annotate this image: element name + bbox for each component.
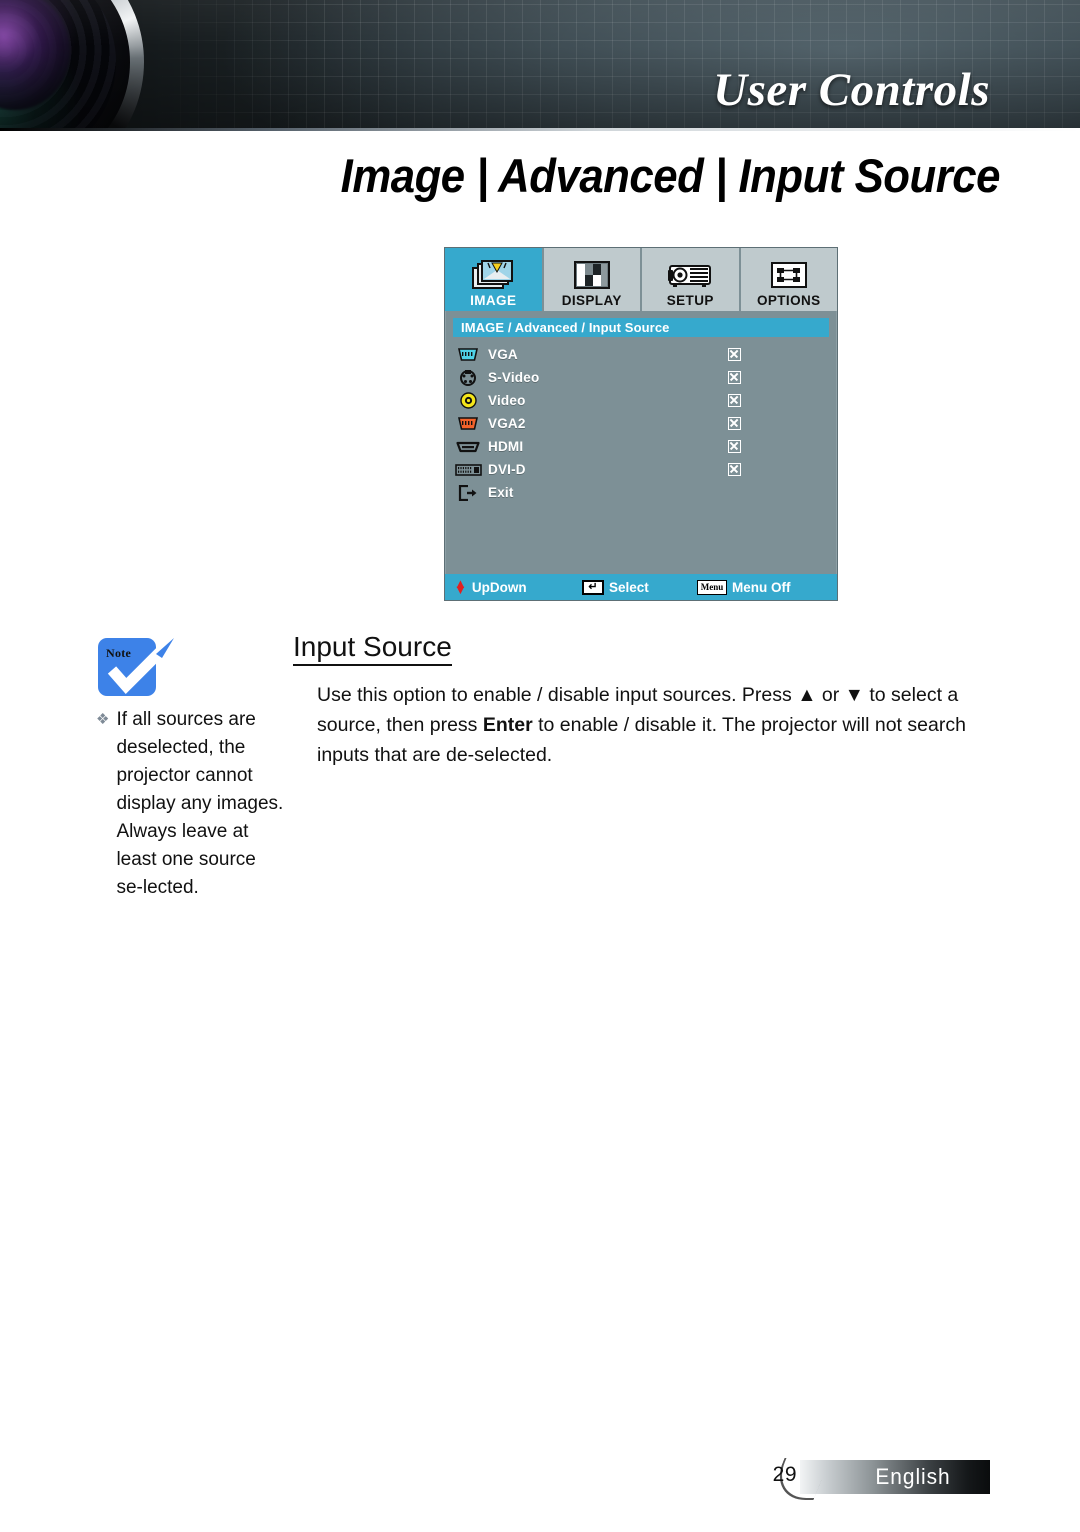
vga-connector-icon xyxy=(453,348,483,361)
menu-key-icon: Menu xyxy=(697,579,727,595)
footer-language-label: English xyxy=(875,1464,951,1489)
osd-checkbox-svideo[interactable] xyxy=(728,371,741,384)
main-content: Input Source Use this option to enable /… xyxy=(293,630,983,770)
osd-tab-label: IMAGE xyxy=(470,293,517,308)
image-tab-icon xyxy=(471,257,515,293)
setup-tab-icon xyxy=(667,257,713,293)
exit-icon xyxy=(453,484,483,501)
osd-hint-menuoff: Menu Menu Off xyxy=(697,579,791,595)
header-title: User Controls xyxy=(713,64,990,116)
osd-tab-options[interactable]: OPTIONS xyxy=(740,248,837,311)
osd-checkbox-vga[interactable] xyxy=(728,348,741,361)
section-body: Use this option to enable / disable inpu… xyxy=(317,680,967,770)
page-header-banner: User Controls xyxy=(0,0,1080,131)
page-footer: 29 English xyxy=(0,1458,1080,1500)
osd-tab-label: SETUP xyxy=(666,293,714,308)
osd-menu-panel: IMAGE DISPLAY SETUP OPTIONS IMAGE / Adva… xyxy=(444,247,838,601)
hdmi-connector-icon xyxy=(453,441,483,453)
dvid-connector-icon xyxy=(453,463,483,476)
osd-row-dvid[interactable]: DVI-D xyxy=(453,458,829,481)
osd-row-label: HDMI xyxy=(488,439,524,454)
osd-checkbox-video[interactable] xyxy=(728,394,741,407)
osd-hint-label: Menu Off xyxy=(732,579,791,595)
page-number: 29 xyxy=(772,1463,797,1486)
osd-row-label: Exit xyxy=(488,485,514,500)
osd-checkbox-hdmi[interactable] xyxy=(728,440,741,453)
osd-hint-select: ↵ Select xyxy=(582,579,697,595)
osd-row-svideo[interactable]: S-Video xyxy=(453,366,829,389)
section-heading: Input Source xyxy=(293,630,452,666)
vga2-connector-icon xyxy=(453,417,483,430)
osd-row-vga[interactable]: VGA xyxy=(453,343,829,366)
osd-tab-bar: IMAGE DISPLAY SETUP OPTIONS xyxy=(445,248,837,311)
svideo-connector-icon xyxy=(453,369,483,386)
osd-row-label: Video xyxy=(488,393,526,408)
checkmark-icon xyxy=(107,636,178,695)
osd-tab-setup[interactable]: SETUP xyxy=(642,248,741,311)
header-underline-rule xyxy=(0,128,1080,131)
note-sidebar: Note ❖ If all sources are deselected, th… xyxy=(96,636,286,902)
osd-row-label: DVI-D xyxy=(488,462,526,477)
up-down-arrows-icon: ▲ ▼ xyxy=(454,576,467,597)
osd-row-video[interactable]: Video xyxy=(453,389,829,412)
note-icon: Note xyxy=(98,636,178,700)
osd-checkbox-dvid[interactable] xyxy=(728,463,741,476)
osd-hint-label: UpDown xyxy=(471,579,527,595)
display-tab-icon xyxy=(573,257,611,293)
osd-source-list: VGA S-Video Video VGA2 HDMI DVI-D Exit xyxy=(445,343,837,504)
osd-tab-display[interactable]: DISPLAY xyxy=(543,248,642,311)
osd-tab-label: OPTIONS xyxy=(756,293,821,308)
page-title: Image | Advanced | Input Source xyxy=(340,149,1001,202)
osd-row-label: S-Video xyxy=(488,370,540,385)
osd-row-vga2[interactable]: VGA2 xyxy=(453,412,829,435)
osd-tab-label: DISPLAY xyxy=(561,293,622,308)
osd-row-label: VGA2 xyxy=(488,416,526,431)
osd-checkbox-vga2[interactable] xyxy=(728,417,741,430)
osd-tab-image[interactable]: IMAGE xyxy=(445,248,544,311)
note-text: If all sources are deselected, the proje… xyxy=(116,709,284,898)
enter-keyword: Enter xyxy=(482,714,533,736)
options-tab-icon xyxy=(769,257,809,293)
osd-footer-hints: ▲ ▼ UpDown ↵ Select Menu Menu Off xyxy=(445,574,837,600)
osd-breadcrumb: IMAGE / Advanced / Input Source xyxy=(453,318,829,337)
osd-row-hdmi[interactable]: HDMI xyxy=(453,435,829,458)
note-bullet-icon: ❖ xyxy=(96,711,110,728)
note-text-block: ❖ If all sources are deselected, the pro… xyxy=(96,706,286,902)
osd-row-exit[interactable]: Exit xyxy=(453,481,829,504)
osd-row-label: VGA xyxy=(488,347,518,362)
enter-key-icon: ↵ xyxy=(582,579,604,595)
osd-hint-label: Select xyxy=(609,579,649,595)
composite-video-icon xyxy=(453,392,483,409)
osd-hint-updown: ▲ ▼ UpDown xyxy=(454,576,582,597)
